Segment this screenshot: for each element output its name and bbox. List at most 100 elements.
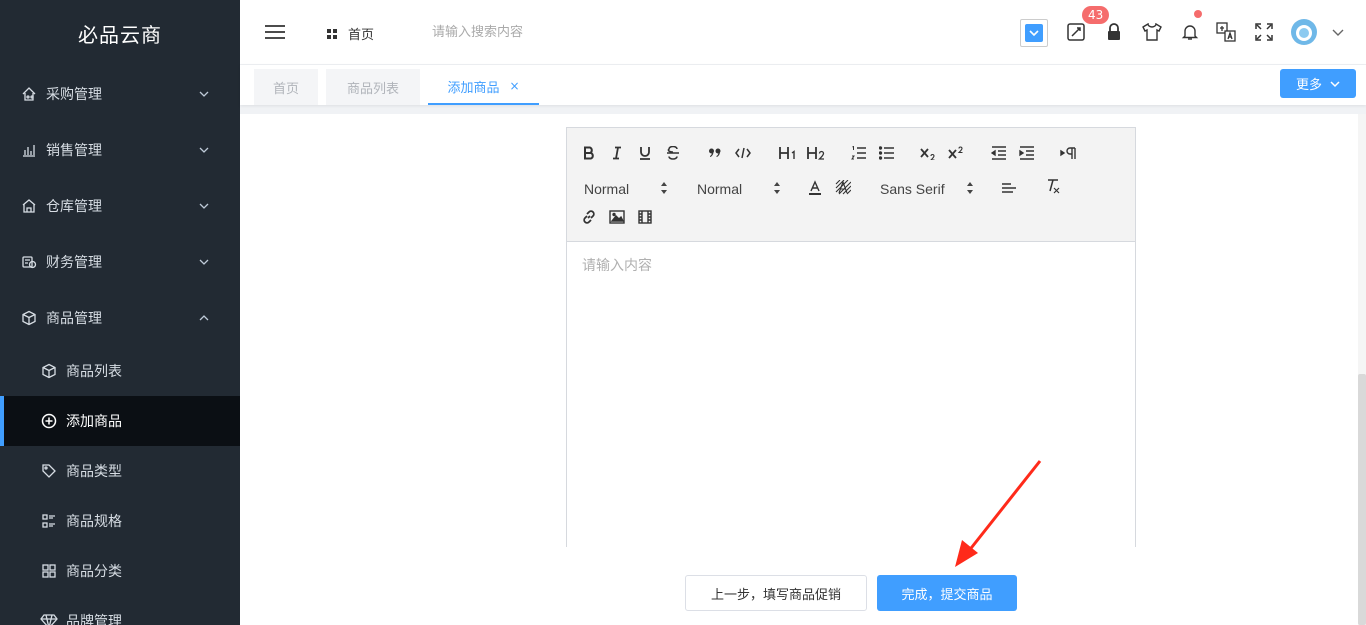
more-button[interactable]: 更多 bbox=[1280, 69, 1356, 98]
header-picker[interactable]: Normal bbox=[584, 181, 670, 197]
text-color-button[interactable] bbox=[804, 177, 826, 199]
app-logo-title: 必品云商 bbox=[78, 22, 162, 47]
subscript-icon bbox=[920, 148, 935, 160]
plus-circle-icon bbox=[40, 412, 58, 430]
superscript-icon bbox=[948, 146, 963, 159]
previous-step-button[interactable]: 上一步，填写商品促销 bbox=[685, 575, 867, 611]
close-icon[interactable]: × bbox=[509, 79, 519, 93]
tab-home[interactable]: 首页 bbox=[254, 69, 318, 105]
home-cart-icon bbox=[20, 85, 38, 103]
header1-button[interactable] bbox=[776, 142, 800, 164]
tab-label: 添加商品 bbox=[447, 80, 500, 96]
theme-select-icon[interactable] bbox=[1020, 19, 1048, 47]
blockquote-icon bbox=[709, 148, 721, 157]
sidebar-menu-purchase[interactable]: 采购管理 bbox=[0, 66, 240, 122]
grid-icon bbox=[40, 562, 58, 580]
diamond-icon bbox=[40, 612, 58, 625]
sidebar-menu-sales[interactable]: 销售管理 bbox=[0, 122, 240, 178]
tab-add-goods[interactable]: 添加商品 × bbox=[428, 69, 539, 105]
video-button[interactable] bbox=[634, 206, 656, 228]
chevron-down-icon[interactable] bbox=[1328, 22, 1348, 42]
clear-format-button[interactable] bbox=[1042, 175, 1064, 197]
font-picker[interactable]: Sans Serif bbox=[880, 181, 976, 197]
editor-content-area[interactable]: 请输入内容 bbox=[567, 242, 1135, 547]
italic-button[interactable] bbox=[606, 142, 628, 164]
sidebar: 必品云商 采购管理 销售管理 仓库管理 财务管理 商品管理 商品列表 添加商品 … bbox=[0, 0, 240, 625]
tshirt-skin-icon[interactable] bbox=[1142, 22, 1162, 42]
finance-icon bbox=[20, 253, 38, 271]
outdent-button[interactable] bbox=[988, 142, 1010, 164]
text-direction-icon bbox=[1060, 147, 1076, 159]
screenshot-tool-icon[interactable] bbox=[1066, 22, 1086, 42]
sidebar-item-label: 添加商品 bbox=[66, 414, 122, 430]
link-icon bbox=[583, 210, 595, 224]
header2-button[interactable] bbox=[804, 142, 828, 164]
user-avatar[interactable] bbox=[1290, 18, 1318, 46]
background-color-button[interactable] bbox=[832, 177, 854, 199]
page-scrollbar-thumb[interactable] bbox=[1358, 374, 1366, 625]
font-picker-label: Sans Serif bbox=[880, 181, 945, 197]
sidebar-menu-label: 财务管理 bbox=[46, 255, 102, 271]
ordered-list-button[interactable] bbox=[848, 142, 870, 164]
unread-dot bbox=[1194, 10, 1202, 18]
italic-icon bbox=[613, 146, 621, 160]
align-left-icon bbox=[1002, 183, 1016, 193]
align-button[interactable] bbox=[998, 177, 1020, 199]
sidebar-menu-finance[interactable]: 财务管理 bbox=[0, 234, 240, 290]
fullscreen-icon[interactable] bbox=[1254, 22, 1274, 42]
lock-icon[interactable] bbox=[1104, 22, 1124, 42]
sidebar-menu-warehouse[interactable]: 仓库管理 bbox=[0, 178, 240, 234]
text-direction-button[interactable] bbox=[1058, 142, 1080, 164]
chevron-down-icon bbox=[199, 147, 209, 153]
editor-placeholder: 请输入内容 bbox=[582, 258, 652, 274]
sidebar-item-brand[interactable]: 品牌管理 bbox=[0, 596, 240, 625]
indent-button[interactable] bbox=[1016, 142, 1038, 164]
spec-list-icon bbox=[40, 512, 58, 530]
translate-icon[interactable] bbox=[1216, 22, 1236, 42]
chevron-down-icon bbox=[199, 91, 209, 97]
chevron-down-icon bbox=[199, 259, 209, 265]
size-picker[interactable]: Normal bbox=[697, 181, 783, 197]
sidebar-item-goods-type[interactable]: 商品类型 bbox=[0, 446, 240, 496]
tabs-bar: 首页 商品列表 添加商品 × 更多 bbox=[240, 65, 1366, 105]
subscript-button[interactable] bbox=[918, 142, 940, 164]
bullet-list-button[interactable] bbox=[876, 142, 898, 164]
video-icon bbox=[638, 210, 652, 224]
size-picker-label: Normal bbox=[697, 181, 743, 197]
sidebar-item-label: 品牌管理 bbox=[66, 614, 122, 625]
underline-button[interactable] bbox=[634, 142, 656, 164]
header-toolbar: 43 bbox=[240, 0, 1366, 65]
box-icon bbox=[20, 309, 38, 327]
tab-goods-list[interactable]: 商品列表 bbox=[326, 69, 420, 105]
link-button[interactable] bbox=[578, 206, 600, 228]
superscript-button[interactable] bbox=[946, 142, 968, 164]
h2-icon bbox=[807, 147, 825, 160]
bold-button[interactable] bbox=[578, 142, 600, 164]
bullet-list-icon bbox=[879, 146, 894, 160]
tab-label: 首页 bbox=[272, 81, 299, 97]
strike-button[interactable] bbox=[662, 142, 684, 164]
strikethrough-icon bbox=[667, 146, 679, 160]
chevron-down-icon bbox=[199, 203, 209, 209]
bold-icon bbox=[584, 146, 594, 160]
sidebar-item-label: 商品分类 bbox=[66, 564, 122, 580]
sidebar-item-goods-spec[interactable]: 商品规格 bbox=[0, 496, 240, 546]
submit-goods-button[interactable]: 完成，提交商品 bbox=[877, 575, 1017, 611]
code-block-button[interactable] bbox=[732, 142, 754, 164]
cube-icon bbox=[40, 362, 58, 380]
blockquote-button[interactable] bbox=[704, 142, 726, 164]
sidebar-item-add-goods[interactable]: 添加商品 bbox=[0, 396, 240, 446]
image-button[interactable] bbox=[606, 206, 628, 228]
sidebar-item-goods-list[interactable]: 商品列表 bbox=[0, 346, 240, 396]
sidebar-menu-label: 销售管理 bbox=[46, 143, 102, 159]
sidebar-item-goods-category[interactable]: 商品分类 bbox=[0, 546, 240, 596]
bell-icon[interactable] bbox=[1180, 22, 1200, 42]
header-picker-label: Normal bbox=[584, 181, 630, 197]
sidebar-menu-goods[interactable]: 商品管理 bbox=[0, 290, 240, 346]
ordered-list-icon bbox=[851, 146, 866, 160]
warehouse-icon bbox=[20, 197, 38, 215]
select-arrows-icon bbox=[967, 182, 973, 194]
sidebar-menu-label: 商品管理 bbox=[46, 311, 102, 327]
h1-icon bbox=[779, 147, 795, 159]
sidebar-menu-label: 采购管理 bbox=[46, 87, 102, 103]
